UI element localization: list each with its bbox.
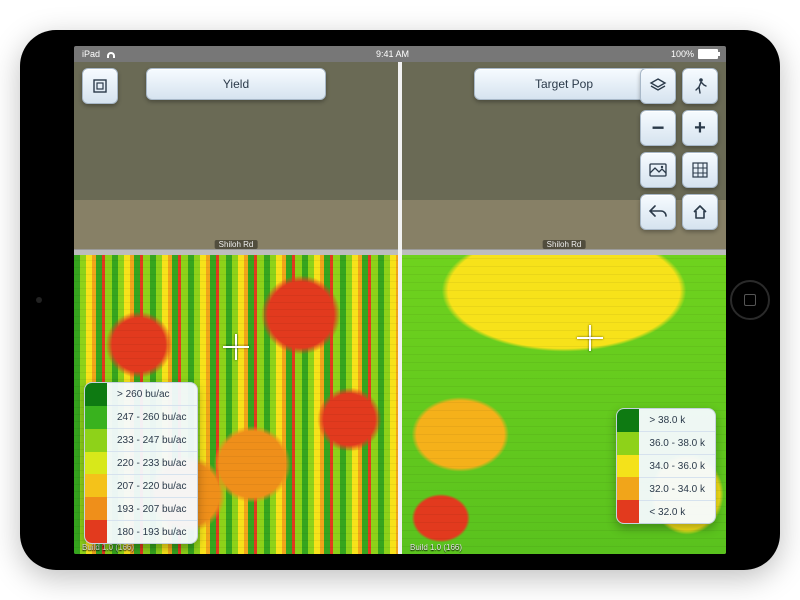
tool-grid: − + — [640, 68, 718, 230]
legend-row[interactable]: < 32.0 k — [639, 500, 715, 523]
legend-yield[interactable]: > 260 bu/ac247 - 260 bu/ac233 - 247 bu/a… — [84, 382, 198, 544]
mode-select-target-pop[interactable]: Target Pop — [474, 68, 654, 100]
legend-row[interactable]: 233 - 247 bu/ac — [107, 428, 197, 451]
legend-row[interactable]: 247 - 260 bu/ac — [107, 405, 197, 428]
legend-row[interactable]: 193 - 207 bu/ac — [107, 497, 197, 520]
camera-dot — [36, 297, 42, 303]
legend-row[interactable]: 34.0 - 36.0 k — [639, 454, 715, 477]
device-label: iPad — [82, 49, 100, 59]
right-pane: Shiloh Rd Target Pop − + — [398, 62, 726, 554]
back-button[interactable] — [640, 194, 676, 230]
legend-row[interactable]: > 38.0 k — [639, 409, 715, 431]
legend-row[interactable]: 36.0 - 38.0 k — [639, 431, 715, 454]
road-label-left: Shiloh Rd — [215, 240, 258, 249]
road-label-right: Shiloh Rd — [543, 240, 586, 249]
legend-row[interactable]: 220 - 233 bu/ac — [107, 451, 197, 474]
legend-row[interactable]: 32.0 - 34.0 k — [639, 477, 715, 500]
photo-button[interactable] — [640, 152, 676, 188]
screen: iPad 9:41 AM 100% Shiloh Rd — [74, 46, 726, 554]
layers-button[interactable] — [640, 68, 676, 104]
mode-select-yield[interactable]: Yield — [146, 68, 326, 100]
zoom-in-button[interactable]: + — [682, 110, 718, 146]
tablet-frame: iPad 9:41 AM 100% Shiloh Rd — [20, 30, 780, 570]
legend-target-pop[interactable]: > 38.0 k36.0 - 38.0 k34.0 - 36.0 k32.0 -… — [616, 408, 716, 524]
battery-pct: 100% — [671, 49, 694, 59]
home-button-hardware[interactable] — [730, 280, 770, 320]
build-label-right: Build 1.0 (166) — [410, 543, 462, 552]
walk-button[interactable] — [682, 68, 718, 104]
zoom-out-button[interactable]: − — [640, 110, 676, 146]
status-time: 9:41 AM — [376, 49, 409, 59]
home-button[interactable] — [682, 194, 718, 230]
legend-row[interactable]: 180 - 193 bu/ac — [107, 520, 197, 543]
wifi-icon — [104, 50, 114, 58]
battery-icon — [698, 49, 718, 59]
legend-row[interactable]: 207 - 220 bu/ac — [107, 474, 197, 497]
left-pane: Shiloh Rd Yield > 260 bu/ac247 - 260 bu/… — [74, 62, 398, 554]
legend-pop-swatches — [617, 409, 639, 523]
legend-row[interactable]: > 260 bu/ac — [107, 383, 197, 405]
status-bar: iPad 9:41 AM 100% — [74, 46, 726, 62]
legend-yield-rows: > 260 bu/ac247 - 260 bu/ac233 - 247 bu/a… — [107, 383, 197, 543]
legend-yield-swatches — [85, 383, 107, 543]
legend-pop-rows: > 38.0 k36.0 - 38.0 k34.0 - 36.0 k32.0 -… — [639, 409, 715, 523]
build-label-left: Build 1.0 (166) — [82, 543, 134, 552]
grid-button[interactable] — [682, 152, 718, 188]
